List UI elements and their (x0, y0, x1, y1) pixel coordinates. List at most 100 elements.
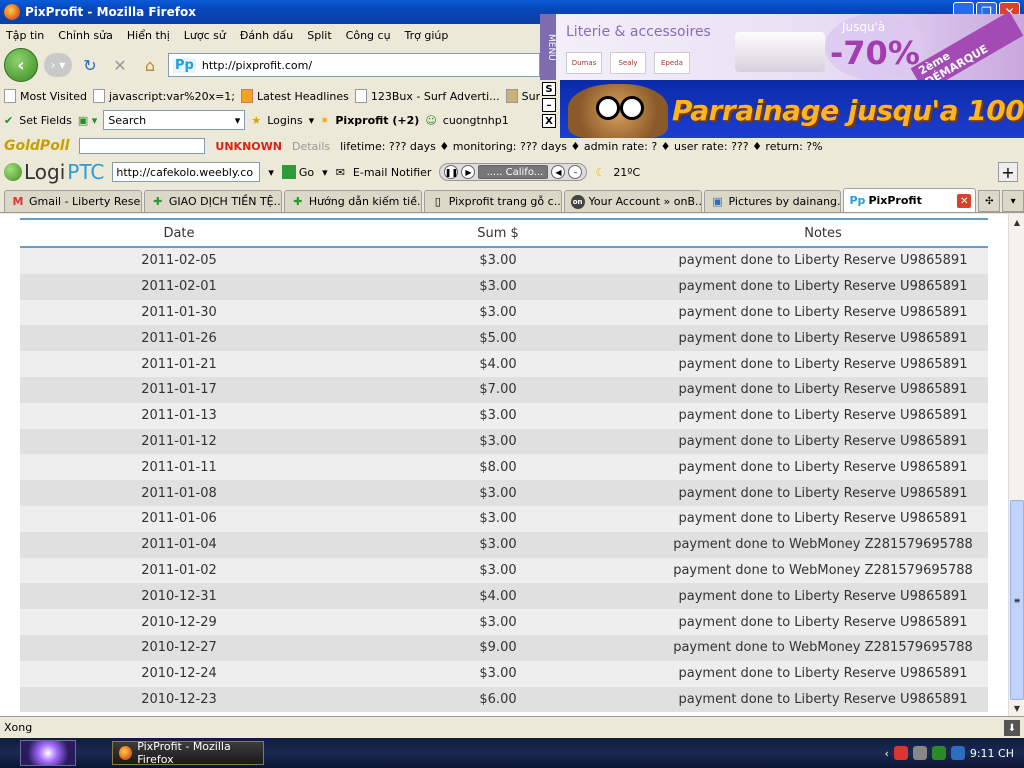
menu-bar: Tập tin Chỉnh sửa Hiển thị Lược sử Đánh … (0, 24, 540, 46)
cell-notes: payment done to Liberty Reserve U9865891 (678, 459, 968, 475)
reload-icon[interactable]: ↻ (78, 53, 102, 77)
ad-s-button[interactable]: S (542, 82, 556, 96)
vertical-scrollbar[interactable]: ▲ ≡ ▼ (1008, 214, 1024, 716)
bookmark-javascript[interactable]: javascript:var%20x=1; (92, 89, 235, 103)
pause-icon[interactable]: ❚❚ (444, 165, 459, 179)
table-row: 2011-01-12 $3.00 payment done to Liberty R… (20, 428, 988, 455)
cell-notes: payment done to Liberty Reserve U9865891 (678, 304, 968, 320)
set-fields-button[interactable]: Set Fields (19, 114, 72, 127)
site-favicon: Pp (173, 57, 196, 73)
download-icon[interactable]: ⬇ (1004, 720, 1020, 736)
home-icon[interactable]: ⌂ (138, 53, 162, 77)
table-row: 2010-12-27 $9.00 payment done to WebMoney … (20, 634, 988, 661)
chevron-down-icon[interactable]: ▾ (309, 114, 315, 127)
tray-app-icon[interactable] (912, 746, 927, 760)
navigation-bar: ‹ › ▾ ↻ ✕ ⌂ Pp http://pixprofit.com/ (0, 46, 540, 84)
taskbar-firefox-item[interactable]: PixProfit - Mozilla Firefox (112, 740, 264, 766)
cell-date: 2011-01-26 (141, 330, 217, 346)
bookmark-123bux[interactable]: 123Bux - Surf Adverti... (354, 89, 500, 103)
chevron-down-icon[interactable]: ▾ (235, 114, 241, 127)
tab-scroll-icon[interactable]: ▾ (1002, 190, 1024, 212)
cell-notes: payment done to Liberty Reserve U9865891 (678, 614, 968, 630)
menu-edit[interactable]: Chỉnh sửa (58, 29, 113, 42)
menu-bookmarks[interactable]: Đánh dấu (240, 29, 293, 42)
url-text[interactable]: http://pixprofit.com/ (202, 59, 312, 72)
close-tab-icon[interactable]: ✕ (957, 194, 972, 208)
search-input[interactable]: Search ▾ (103, 110, 246, 130)
new-tab-plus-button[interactable]: + (998, 162, 1018, 182)
page-icon (92, 89, 105, 103)
tab-pixprofit-trang[interactable]: ▯ Pixprofit trang gỗ c... (423, 190, 562, 212)
station-select[interactable]: ..... Califo... (478, 165, 549, 179)
menu-tools[interactable]: Công cụ (346, 29, 391, 42)
forward-button[interactable]: › ▾ (44, 53, 72, 77)
menu-file[interactable]: Tập tin (6, 29, 44, 42)
menu-history[interactable]: Lược sử (184, 29, 226, 42)
menu-split[interactable]: Split (307, 29, 331, 42)
tab-your-account[interactable]: on Your Account » onB... (563, 190, 702, 212)
cell-notes: payment done to Liberty Reserve U9865891 (678, 485, 968, 501)
folder-icon (505, 89, 518, 103)
cell-sum: $3.00 (479, 537, 517, 553)
scroll-up-icon[interactable]: ▲ (1009, 214, 1024, 230)
scroll-down-icon[interactable]: ▼ (1009, 700, 1024, 716)
firefox-icon (119, 746, 133, 760)
ad-minimize-button[interactable]: – (542, 98, 556, 112)
bookmark-surf-ad[interactable]: Surf Ad (505, 89, 540, 103)
stop-icon[interactable]: ✕ (108, 53, 132, 77)
back-button[interactable]: ‹ (4, 48, 38, 82)
ad-discount: -70% (830, 34, 920, 72)
scroll-thumb[interactable]: ≡ (1010, 500, 1024, 700)
tab-pixprofit[interactable]: Pp PixProfit ✕ (843, 188, 977, 212)
go-button[interactable]: Go (281, 165, 314, 179)
cell-date: 2011-01-11 (141, 459, 217, 475)
tab-gmail[interactable]: M Gmail - Liberty Rese... (4, 190, 142, 212)
ad-menu-strip[interactable]: MENU (540, 14, 556, 80)
tab-huong-dan[interactable]: ✚ Hướng dẫn kiếm tiề... (283, 190, 422, 212)
roboform-icon[interactable]: ▣ ▾ (78, 114, 97, 127)
logins-button[interactable]: Logins (267, 114, 302, 127)
cell-sum: $3.00 (479, 562, 517, 578)
goldpoll-select[interactable] (79, 138, 206, 154)
tray-app-icon[interactable] (893, 746, 908, 760)
cell-date: 2011-01-06 (141, 511, 217, 527)
cell-notes: payment done to Liberty Reserve U9865891 (678, 433, 968, 449)
cell-date: 2010-12-31 (141, 588, 217, 604)
tab-list-icon[interactable]: ✣ (978, 190, 1001, 212)
chevron-down-icon[interactable]: ▾ (268, 166, 274, 179)
parrainage-ad-banner[interactable]: Parrainage jusqu'a 100% (560, 80, 1024, 138)
bookmark-latest-headlines[interactable]: Latest Headlines (241, 89, 349, 103)
bedding-ad-banner[interactable]: MENU Literie & accessoires Dumas Sealy E… (540, 11, 1024, 93)
chevron-down-icon[interactable]: ▾ (322, 166, 328, 179)
bookmark-label: 123Bux - Surf Adverti... (370, 89, 500, 103)
user-button[interactable]: cuongtnhp1 (443, 114, 509, 127)
cell-sum: $5.00 (479, 330, 517, 346)
cell-sum: $3.00 (479, 485, 517, 501)
table-row: 2011-02-05 $3.00 payment done to Liberty R… (20, 248, 988, 274)
bookmark-label: Most Visited (20, 89, 87, 103)
goldpoll-details-button[interactable]: Details (292, 140, 330, 153)
cell-sum: $3.00 (479, 408, 517, 424)
ad-jusqua: Jusqu'à (842, 20, 886, 34)
email-notifier-button[interactable]: E-mail Notifier (353, 166, 432, 179)
ad-close-button[interactable]: X (542, 114, 556, 128)
play-icon[interactable]: ▶ (461, 165, 476, 179)
logiptc-url-input[interactable]: http://cafekolo.weebly.co (112, 162, 261, 182)
menu-view[interactable]: Hiển thị (127, 29, 170, 42)
tray-app-icon[interactable] (950, 746, 965, 760)
ad-controls: S – X (540, 80, 560, 138)
start-button[interactable] (20, 740, 76, 766)
bookmark-most-visited[interactable]: Most Visited (4, 89, 87, 103)
url-bar[interactable]: Pp http://pixprofit.com/ (168, 53, 540, 77)
system-tray: ‹ 9:11 CH (874, 740, 1024, 766)
tab-pictures[interactable]: ▣ Pictures by dainang... (703, 190, 842, 212)
volume-minus-icon[interactable]: – (568, 165, 583, 179)
menu-help[interactable]: Trợ giúp (405, 29, 449, 42)
tray-app-icon[interactable] (931, 746, 946, 760)
header-sum: Sum $ (477, 225, 519, 241)
tab-giao-dich[interactable]: ✚ GIAO DỊCH TIỀN TỆ... (143, 190, 282, 212)
pixprofit-button[interactable]: Pixprofit (+2) (335, 114, 419, 127)
volume-icon[interactable]: ◀ (551, 165, 566, 179)
chevron-left-icon[interactable]: ‹ (884, 747, 888, 760)
table-row: 2010-12-23 $6.00 payment done to Liberty R… (20, 686, 988, 713)
